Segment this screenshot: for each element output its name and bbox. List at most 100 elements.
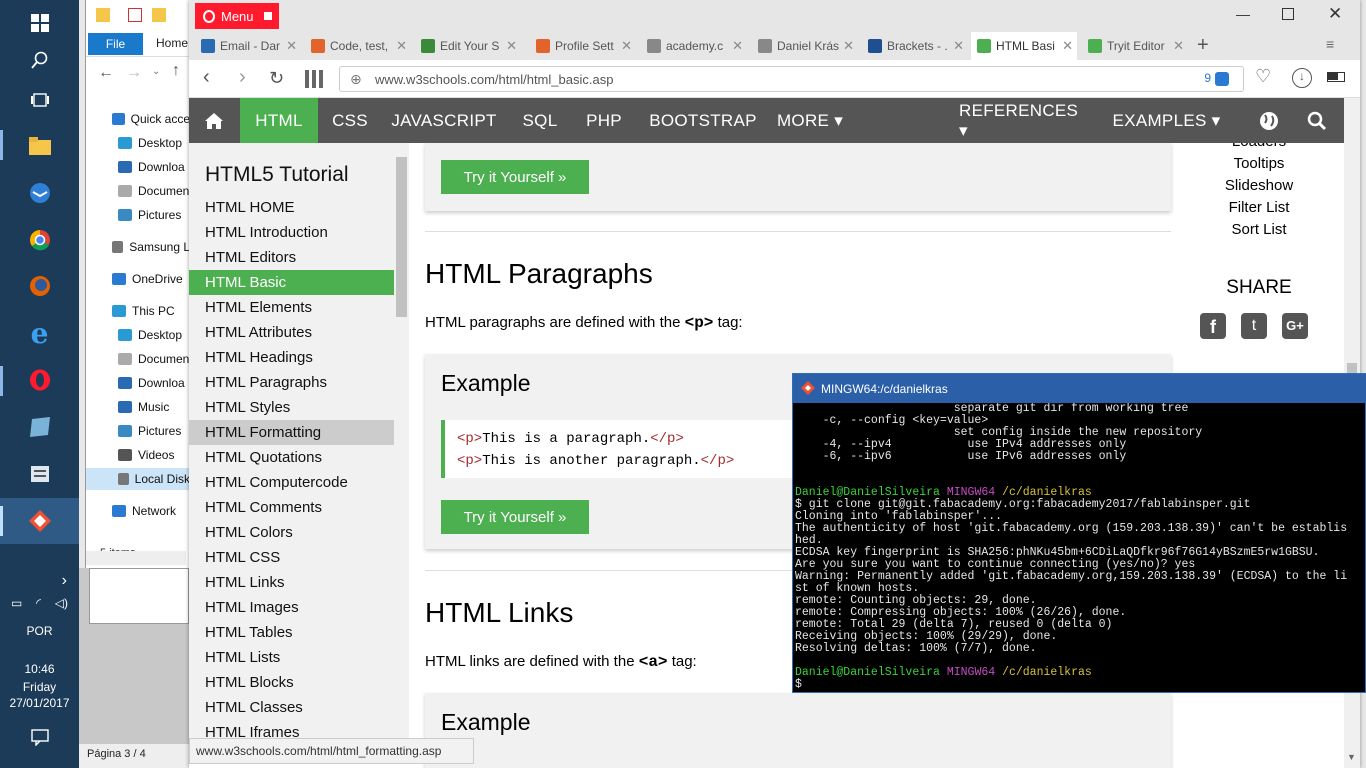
- explorer-nav-item[interactable]: Desktop: [86, 324, 190, 346]
- sidebar-item[interactable]: HTML Attributes: [189, 320, 394, 345]
- thunderbird-icon[interactable]: [0, 170, 79, 216]
- topnav-item[interactable]: MORE ▾: [772, 98, 848, 143]
- notifications-icon[interactable]: [0, 728, 79, 749]
- explorer-nav-item[interactable]: Documen: [86, 180, 190, 202]
- explorer-nav-item[interactable]: Pictures: [86, 420, 190, 442]
- sidebar-item[interactable]: HTML HOME: [189, 195, 394, 220]
- topnav-item[interactable]: BOOTSTRAP: [641, 98, 765, 143]
- minimize-button[interactable]: —: [1236, 6, 1250, 22]
- sidebar-item[interactable]: HTML Formatting: [189, 420, 394, 445]
- folder-icon[interactable]: [96, 8, 110, 22]
- explorer-nav-item[interactable]: Local Disk: [86, 468, 190, 490]
- browser-tab[interactable]: Edit Your S ✕: [415, 32, 521, 60]
- sidebar-item[interactable]: HTML Links: [189, 570, 394, 595]
- explorer-nav-item[interactable]: Music: [86, 396, 190, 418]
- forward-button[interactable]: ›: [239, 66, 246, 89]
- sidebar-scrollbar-track[interactable]: [394, 143, 409, 738]
- sidebar-item[interactable]: HTML Lists: [189, 645, 394, 670]
- explorer-nav-item[interactable]: Quick acce: [86, 108, 190, 130]
- explorer-nav-item[interactable]: Downloa: [86, 372, 190, 394]
- opera-menu-button[interactable]: Menu: [195, 3, 279, 29]
- topnav-item[interactable]: HTML: [240, 98, 318, 143]
- speed-dial-icon[interactable]: [305, 70, 323, 88]
- sidebar-item[interactable]: HTML Blocks: [189, 670, 394, 695]
- back-button[interactable]: ‹: [203, 66, 210, 89]
- browser-tab[interactable]: Brackets - . ✕: [862, 32, 968, 60]
- browser-tab[interactable]: Profile Sett ✕: [530, 32, 636, 60]
- word-app-icon[interactable]: [0, 451, 79, 497]
- sidebar-item[interactable]: HTML Basic: [189, 270, 394, 295]
- git-bash-icon[interactable]: [0, 498, 79, 544]
- explorer-nav-item[interactable]: Samsung L: [86, 236, 190, 258]
- volume-icon[interactable]: ◁): [55, 596, 68, 610]
- up-arrow-icon[interactable]: ↑: [172, 62, 180, 80]
- topnav-item[interactable]: REFERENCES ▾: [959, 98, 1091, 143]
- forward-arrow-icon[interactable]: →: [126, 64, 142, 82]
- sidebar-item[interactable]: HTML Styles: [189, 395, 394, 420]
- sidebar-item[interactable]: HTML Computercode: [189, 470, 394, 495]
- right-column-link[interactable]: Slideshow: [1174, 177, 1344, 194]
- sidebar-item[interactable]: HTML Headings: [189, 345, 394, 370]
- reload-button[interactable]: ↻: [269, 68, 284, 89]
- explorer-nav-item[interactable]: This PC: [86, 300, 190, 322]
- sidebar-item[interactable]: HTML Iframes: [189, 720, 394, 738]
- topnav-item[interactable]: EXAMPLES ▾: [1109, 98, 1224, 143]
- task-view-icon[interactable]: [0, 77, 79, 123]
- sidebar-item[interactable]: HTML Images: [189, 595, 394, 620]
- browser-tab[interactable]: academy.c ✕: [641, 32, 747, 60]
- battery-saver-icon[interactable]: [1327, 72, 1345, 82]
- notes-app-icon[interactable]: [0, 404, 79, 450]
- explorer-nav-item[interactable]: Downloa: [86, 156, 190, 178]
- browser-tab[interactable]: Daniel Krás ✕: [752, 32, 858, 60]
- clock-time[interactable]: 10:46: [0, 662, 79, 676]
- tab-close-icon[interactable]: ✕: [1173, 38, 1184, 54]
- ad-block-icon[interactable]: [1215, 72, 1229, 86]
- topnav-item[interactable]: PHP: [577, 98, 631, 143]
- browser-tab[interactable]: Tryit Editor ✕: [1082, 32, 1188, 60]
- close-button[interactable]: ✕: [1328, 4, 1342, 24]
- terminal-output[interactable]: separate git dir from working tree -c, -…: [795, 403, 1365, 692]
- right-column-link[interactable]: Tooltips: [1174, 155, 1344, 172]
- tab-close-icon[interactable]: ✕: [843, 38, 854, 54]
- right-column-link[interactable]: Sort List: [1174, 221, 1344, 238]
- sidebar-item[interactable]: HTML Tables: [189, 620, 394, 645]
- google-plus-icon[interactable]: G+: [1282, 313, 1308, 339]
- clock-date[interactable]: 27/01/2017: [0, 696, 79, 710]
- chrome-icon[interactable]: [0, 217, 79, 263]
- language-indicator[interactable]: POR: [0, 624, 79, 638]
- try-it-yourself-button[interactable]: Try it Yourself »: [441, 160, 589, 194]
- sidebar-item[interactable]: HTML Elements: [189, 295, 394, 320]
- browser-tab[interactable]: Code, test, ✕: [305, 32, 411, 60]
- file-tab[interactable]: File: [88, 33, 143, 55]
- tab-close-icon[interactable]: ✕: [621, 38, 632, 54]
- properties-icon[interactable]: [128, 8, 142, 22]
- edge-icon[interactable]: e: [0, 310, 79, 356]
- terminal-titlebar[interactable]: MINGW64:/c/danielkras: [793, 374, 1366, 403]
- sidebar-scrollbar-thumb[interactable]: [396, 157, 407, 317]
- horizontal-scrollbar[interactable]: [86, 551, 186, 565]
- explorer-nav-item[interactable]: Desktop: [86, 132, 190, 154]
- ad-block-count[interactable]: 9: [1204, 71, 1211, 85]
- sidebar-item[interactable]: HTML Colors: [189, 520, 394, 545]
- explorer-nav-item[interactable]: OneDrive: [86, 268, 190, 290]
- facebook-icon[interactable]: f: [1200, 313, 1226, 339]
- bookmark-heart-icon[interactable]: ♡: [1255, 66, 1271, 87]
- right-column-link[interactable]: Loaders: [1174, 143, 1344, 150]
- tab-close-icon[interactable]: ✕: [506, 38, 517, 54]
- topnav-item[interactable]: JAVASCRIPT: [385, 98, 503, 143]
- sidebar-item[interactable]: HTML Editors: [189, 245, 394, 270]
- tab-close-icon[interactable]: ✕: [953, 38, 964, 54]
- url-field[interactable]: ⊕ www.w3schools.com/html/html_basic.asp …: [339, 66, 1244, 92]
- explorer-nav-item[interactable]: Network: [86, 500, 190, 522]
- globe-translate-icon[interactable]: [1249, 98, 1289, 143]
- right-column-link[interactable]: Filter List: [1174, 199, 1344, 216]
- topnav-item[interactable]: SQL: [511, 98, 569, 143]
- tab-close-icon[interactable]: ✕: [1062, 38, 1073, 54]
- new-tab-button[interactable]: +: [1197, 34, 1209, 57]
- scroll-down-arrow-icon[interactable]: ▼: [1347, 752, 1356, 762]
- explorer-nav-item[interactable]: Videos: [86, 444, 190, 466]
- downloads-icon[interactable]: ↓: [1292, 68, 1312, 88]
- twitter-icon[interactable]: t: [1241, 313, 1267, 339]
- topnav-item[interactable]: CSS: [319, 98, 381, 143]
- search-icon[interactable]: [1294, 98, 1339, 143]
